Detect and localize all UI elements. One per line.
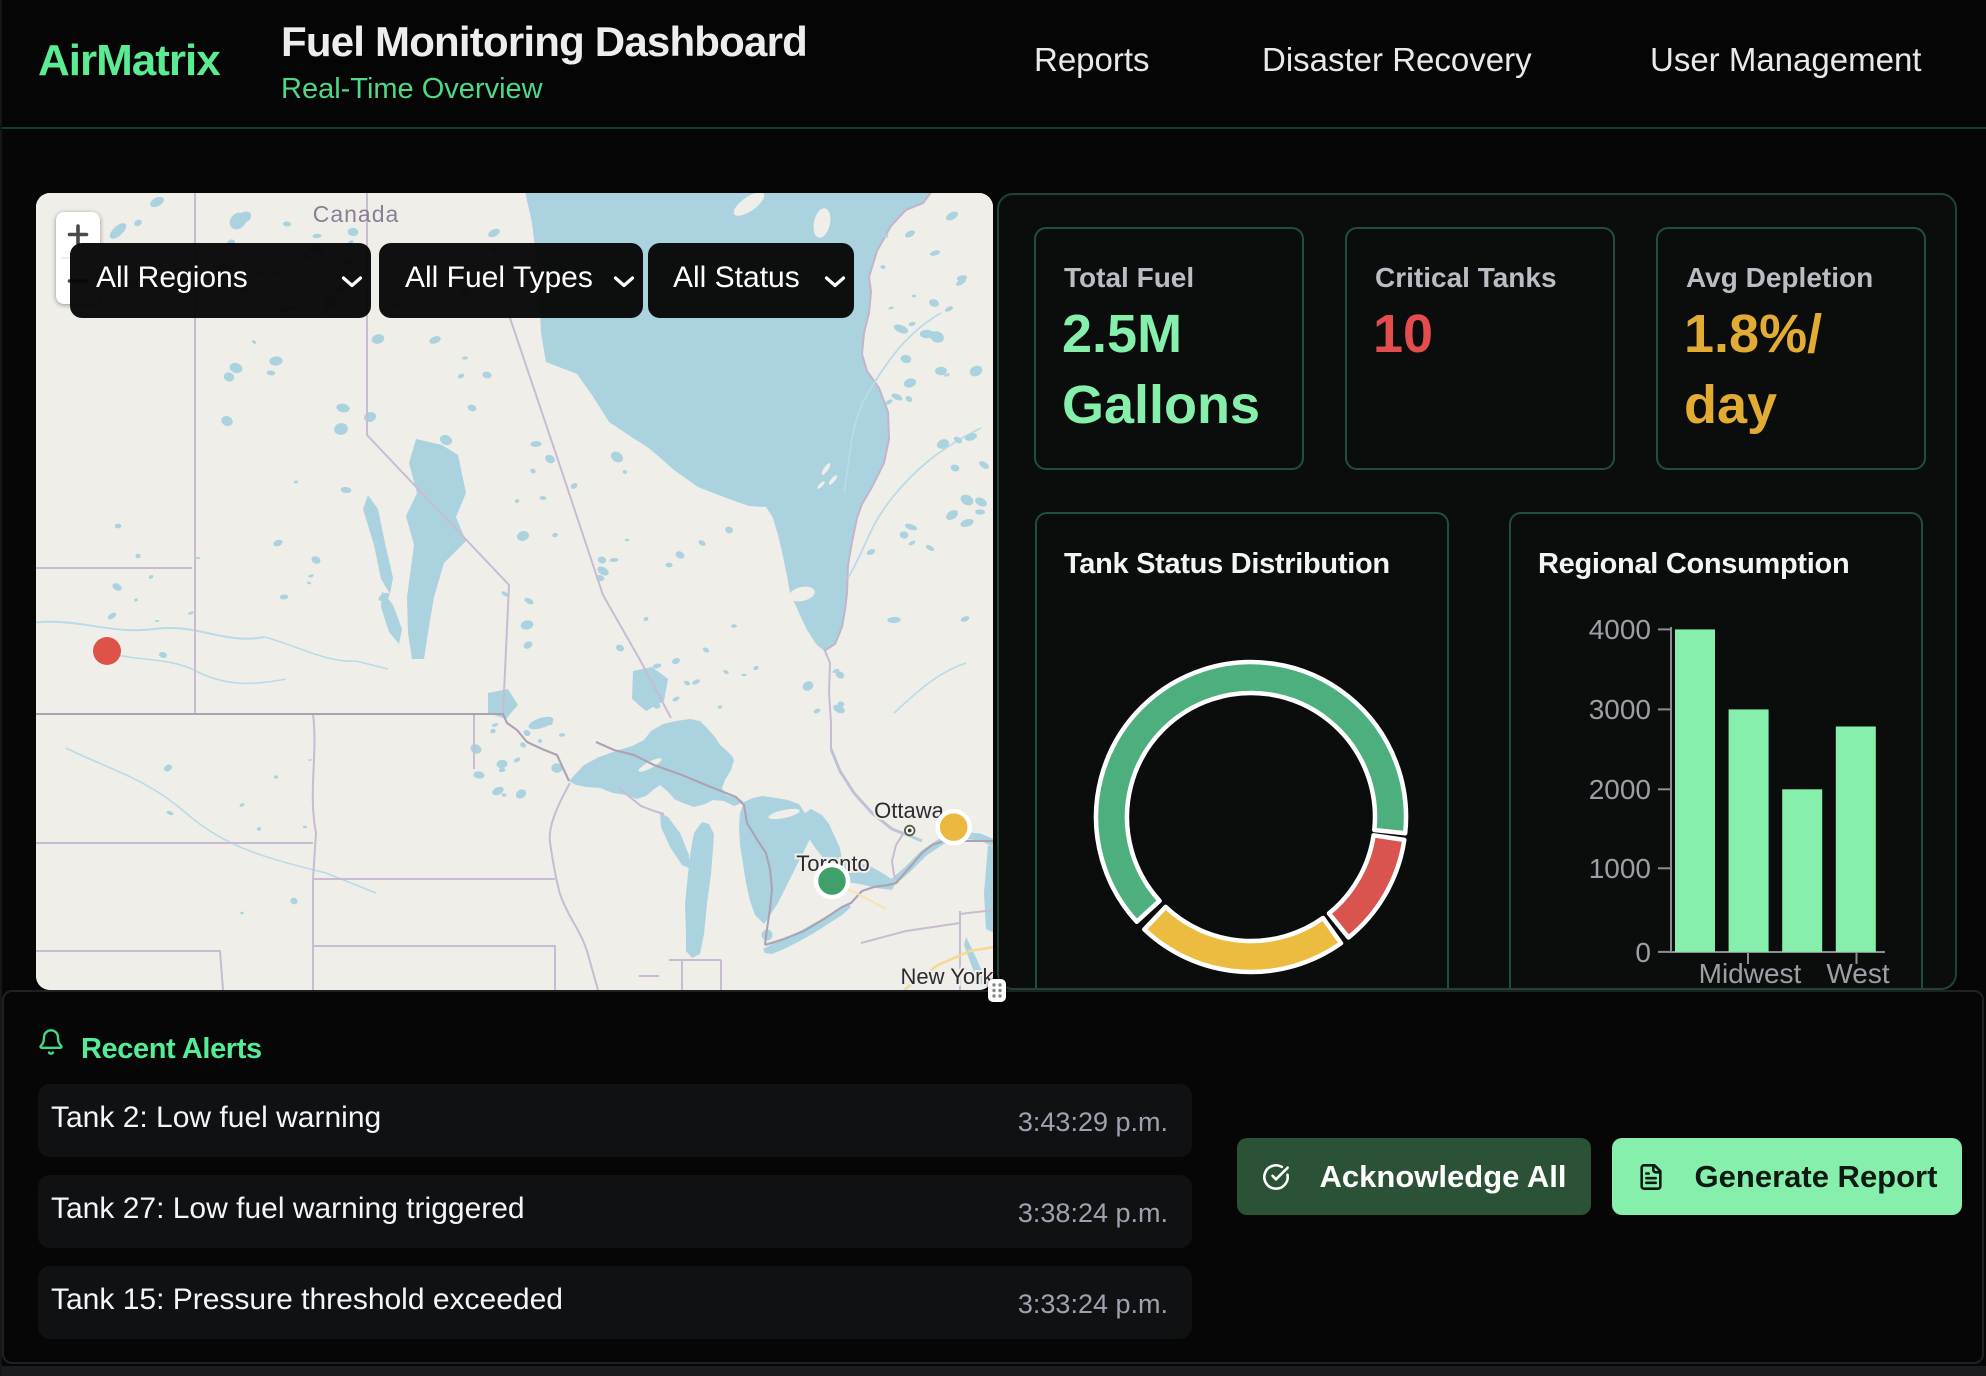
svg-text:Ottawa: Ottawa: [874, 798, 944, 823]
svg-text:Midwest: Midwest: [1699, 958, 1802, 989]
svg-text:0: 0: [1635, 937, 1651, 968]
svg-text:Canada: Canada: [313, 201, 400, 227]
svg-text:West: West: [1826, 958, 1889, 989]
svg-text:2000: 2000: [1589, 774, 1651, 805]
svg-text:New York: New York: [901, 964, 993, 989]
svg-text:4000: 4000: [1589, 614, 1651, 645]
svg-text:3000: 3000: [1589, 694, 1651, 725]
svg-text:1000: 1000: [1589, 853, 1651, 884]
